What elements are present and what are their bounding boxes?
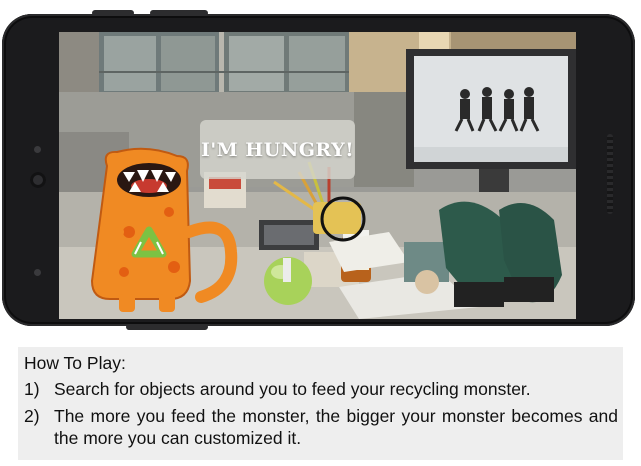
step-number: 1) [24, 379, 40, 399]
phone-side-button [150, 10, 208, 16]
step-number: 2) [24, 406, 40, 426]
step-text: Search for objects around you to feed yo… [54, 379, 531, 399]
how-to-play-panel: How To Play: 1) Search for objects aroun… [18, 347, 623, 460]
phone-side-button [126, 324, 208, 330]
sensor-dot [34, 146, 41, 153]
instruction-step: 1) Search for objects around you to feed… [24, 378, 618, 400]
how-to-play-title: How To Play: [24, 353, 126, 373]
step-text: The more you feed the monster, the bigge… [54, 406, 618, 448]
speech-bubble: I'M HUNGRY! [200, 120, 355, 179]
speaker-grille [607, 134, 613, 214]
sensor-dot [34, 269, 41, 276]
instruction-step: 2) The more you feed the monster, the bi… [24, 405, 618, 449]
speech-bubble-text: I'M HUNGRY! [200, 138, 355, 161]
phone-side-button [92, 10, 134, 16]
ar-camera-view[interactable]: I'M HUNGRY! [59, 32, 576, 319]
front-camera-icon [30, 172, 46, 188]
